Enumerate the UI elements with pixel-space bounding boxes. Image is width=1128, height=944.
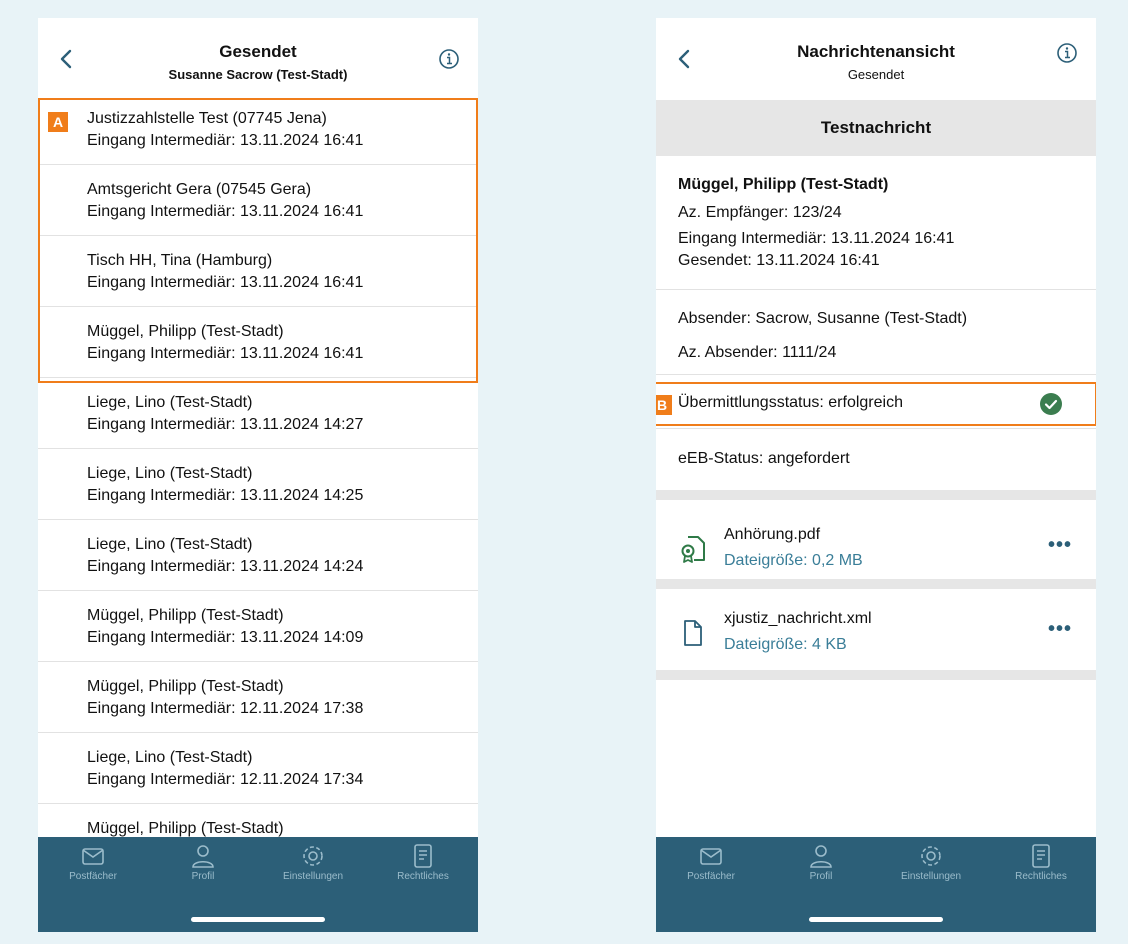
sender-block: Absender: Sacrow, Susanne (Test-Stadt) A… xyxy=(656,308,1096,364)
document-icon xyxy=(414,844,432,868)
page-subtitle: Susanne Sacrow (Test-Stadt) xyxy=(168,67,348,82)
sent-date: Gesendet: 13.11.2024 16:41 xyxy=(678,252,880,269)
sent-list-screen: Gesendet Susanne Sacrow (Test-Stadt) Jus… xyxy=(38,18,478,932)
user-icon xyxy=(192,845,214,868)
more-options-icon[interactable]: ••• xyxy=(1048,534,1072,557)
attachment-size: Dateigröße: 4 KB xyxy=(724,636,847,653)
bottom-tab-bar: Postfächer Profil Einstellungen Rechtlic… xyxy=(656,837,1096,932)
message-row[interactable]: Liege, Lino (Test-Stadt) Eingang Intermed… xyxy=(38,378,478,449)
file-icon xyxy=(684,620,702,646)
page-title: Gesendet xyxy=(219,42,297,61)
section-gap xyxy=(656,490,1096,500)
document-icon xyxy=(1032,844,1050,868)
attachment-item[interactable]: Anhörung.pdf Dateigröße: 0,2 MB ••• xyxy=(656,508,1096,586)
highlight-badge-a: A xyxy=(48,112,68,132)
highlight-frame-a xyxy=(38,98,478,383)
recipient-name: Müggel, Philipp (Test-Stadt) xyxy=(678,176,889,193)
attachment-name: xjustiz_nachricht.xml xyxy=(724,610,872,627)
page-title: Nachrichtenansicht xyxy=(797,42,955,61)
tab-rechtliches[interactable]: Rechtliches xyxy=(986,843,1096,882)
highlight-frame-b xyxy=(656,382,1096,426)
info-icon[interactable] xyxy=(1056,42,1078,64)
user-icon xyxy=(810,845,832,868)
divider xyxy=(656,428,1096,429)
message-row[interactable]: Liege, Lino (Test-Stadt) Eingang Intermed… xyxy=(38,520,478,591)
mail-icon xyxy=(82,848,104,865)
attachment-item[interactable]: xjustiz_nachricht.xml Dateigröße: 4 KB •… xyxy=(656,592,1096,670)
divider xyxy=(656,289,1096,290)
eeb-status: eEB-Status: angefordert xyxy=(678,450,850,467)
nav-header: Nachrichtenansicht Gesendet xyxy=(656,18,1096,94)
home-indicator[interactable] xyxy=(191,917,325,922)
home-indicator[interactable] xyxy=(809,917,943,922)
az-sender: Az. Absender: 1111/24 xyxy=(678,344,837,361)
message-detail-screen: Nachrichtenansicht Gesendet Testnachrich… xyxy=(656,18,1096,932)
highlight-badge-b: B xyxy=(656,395,672,415)
section-gap xyxy=(656,579,1096,589)
nav-header: Gesendet Susanne Sacrow (Test-Stadt) xyxy=(38,18,478,94)
az-recipient: Az. Empfänger: 123/24 xyxy=(678,204,842,221)
attachment-name: Anhörung.pdf xyxy=(724,526,821,543)
section-gap xyxy=(656,670,1096,680)
message-row[interactable]: Liege, Lino (Test-Stadt) Eingang Intermed… xyxy=(38,733,478,804)
certified-file-icon xyxy=(681,536,705,563)
tab-postfaecher[interactable]: Postfächer xyxy=(38,843,148,882)
bottom-tab-bar: Postfächer Profil Einstellungen Rechtlic… xyxy=(38,837,478,932)
message-row[interactable]: Müggel, Philipp (Test-Stadt) Eingang Inte… xyxy=(38,591,478,662)
message-row[interactable]: Müggel, Philipp (Test-Stadt) Eingang Inte… xyxy=(38,662,478,733)
mail-icon xyxy=(700,848,722,865)
recipient-block: Müggel, Philipp (Test-Stadt) Az. Empfäng… xyxy=(656,174,1096,272)
gear-icon xyxy=(921,846,941,866)
tab-postfaecher[interactable]: Postfächer xyxy=(656,843,766,882)
page-subtitle: Gesendet xyxy=(847,67,905,82)
message-subject: Testnachricht xyxy=(656,100,1096,156)
sender-name: Absender: Sacrow, Susanne (Test-Stadt) xyxy=(678,310,968,327)
tab-rechtliches[interactable]: Rechtliches xyxy=(368,843,478,882)
received-intermediary: Eingang Intermediär: 13.11.2024 16:41 xyxy=(678,230,955,247)
tab-einstellungen[interactable]: Einstellungen xyxy=(876,843,986,882)
message-row[interactable]: Liege, Lino (Test-Stadt) Eingang Intermed… xyxy=(38,449,478,520)
tab-profil[interactable]: Profil xyxy=(766,843,876,882)
divider xyxy=(656,374,1096,375)
tab-einstellungen[interactable]: Einstellungen xyxy=(258,843,368,882)
attachment-size: Dateigröße: 0,2 MB xyxy=(724,552,863,569)
tab-profil[interactable]: Profil xyxy=(148,843,258,882)
info-icon[interactable] xyxy=(438,48,460,70)
gear-icon xyxy=(303,846,323,866)
more-options-icon[interactable]: ••• xyxy=(1048,618,1072,641)
